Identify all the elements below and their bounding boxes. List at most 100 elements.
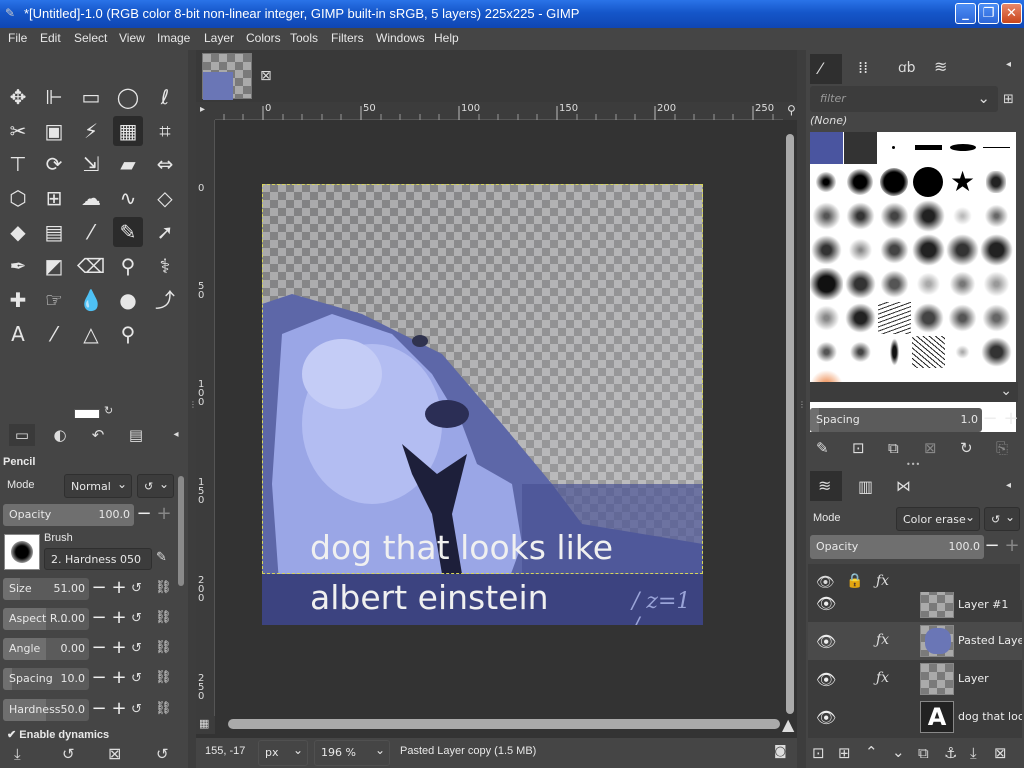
minimize-button[interactable]: _ <box>955 3 976 24</box>
configure-dock-icon[interactable]: ◂ <box>1006 59 1011 70</box>
angle-plus-button[interactable]: + <box>109 638 129 660</box>
paths-tab-icon[interactable]: ⋈ <box>896 477 911 495</box>
menu-view[interactable]: View <box>119 31 145 45</box>
menu-image[interactable]: Image <box>157 31 190 45</box>
brush-cell[interactable] <box>810 268 843 300</box>
brush-cell[interactable] <box>912 302 945 334</box>
refresh-brushes-icon[interactable]: ↻ <box>960 439 973 457</box>
maximize-button[interactable]: ❐ <box>978 3 999 24</box>
brush-cell[interactable] <box>810 336 843 368</box>
handle-transform-icon[interactable]: ∿ <box>113 183 143 213</box>
spacing-plus-button[interactable]: + <box>109 668 129 690</box>
visibility-header-icon[interactable]: 👁 <box>816 573 835 591</box>
document-history-tab-icon[interactable]: ≋ <box>934 57 947 76</box>
brush-cell[interactable] <box>912 336 945 368</box>
fx-icon[interactable]: ƒx <box>876 632 889 648</box>
brush-cell[interactable] <box>912 132 945 164</box>
quick-mask-toggle[interactable]: ▦ <box>196 716 215 734</box>
brush-spacing-slider[interactable]: Spacing 1.0 <box>810 408 982 432</box>
size-minus-button[interactable]: − <box>89 578 109 600</box>
brush-cell[interactable] <box>844 302 877 334</box>
brush-cell[interactable] <box>844 336 877 368</box>
brush-cell[interactable] <box>946 336 979 368</box>
reset-spacing-icon[interactable]: ↺ <box>131 671 142 686</box>
scale-icon[interactable]: ⇲ <box>76 149 106 179</box>
fuzzy-select-icon[interactable]: ⚡ <box>76 116 106 146</box>
navigate-image-icon[interactable]: ▲ <box>782 715 794 734</box>
menu-tools[interactable]: Tools <box>290 31 318 45</box>
spacing-slider[interactable]: Spacing 10.0 <box>3 668 89 690</box>
brush-cell[interactable] <box>844 268 877 300</box>
size-slider[interactable]: Size 51.00 <box>3 578 89 600</box>
brush-cell[interactable] <box>844 132 877 164</box>
link-hardness-icon[interactable]: ⛓ <box>155 701 172 716</box>
restore-options-icon[interactable]: ↺ <box>62 745 75 763</box>
configure-tab-icon[interactable]: ◂ <box>163 424 189 446</box>
reset-size-icon[interactable]: ↺ <box>131 581 142 596</box>
crop-icon[interactable]: ⌗ <box>150 116 180 146</box>
brush-cell[interactable] <box>912 234 945 266</box>
size-plus-button[interactable]: + <box>109 578 129 600</box>
right-dock-handle[interactable]: ⋮ <box>797 50 806 768</box>
menu-filters[interactable]: Filters <box>331 31 364 45</box>
aspect-slider[interactable]: Aspect R... 0.00 <box>3 608 89 630</box>
ink-icon[interactable]: ✒ <box>3 251 33 281</box>
menu-file[interactable]: File <box>8 31 27 45</box>
rotate-icon[interactable]: ⟳ <box>39 149 69 179</box>
brush-cell[interactable] <box>912 166 945 198</box>
hardness-minus-button[interactable]: − <box>89 699 109 721</box>
horizontal-ruler[interactable]: 0 50 100 150 200 250 <box>215 102 783 120</box>
device-status-tab-icon[interactable]: ◐ <box>47 424 73 446</box>
link-aspect-icon[interactable]: ⛓ <box>155 610 172 625</box>
airbrush-icon[interactable]: ➚ <box>150 217 180 247</box>
new-brush-icon[interactable]: ⊡ <box>852 439 865 457</box>
images-tab-icon[interactable]: ▤ <box>123 424 149 446</box>
align-tool-icon[interactable]: ⊩ <box>39 82 69 112</box>
open-brush-icon[interactable]: ⎘ <box>996 439 1008 457</box>
delete-layer-icon[interactable]: ⊠ <box>994 744 1007 762</box>
patterns-tab-icon[interactable]: ⁞⁞ <box>858 58 868 77</box>
brush-cell[interactable] <box>878 336 911 368</box>
brush-cell[interactable] <box>980 200 1013 232</box>
dodge-burn-icon[interactable]: ● <box>113 285 143 315</box>
duplicate-brush-icon[interactable]: ⧉ <box>888 439 899 457</box>
channels-tab-icon[interactable]: ▥ <box>858 477 873 496</box>
lock-icon[interactable]: 🔒 <box>846 573 863 589</box>
new-layer-group-icon[interactable]: ⊞ <box>838 744 851 762</box>
unified-transform-icon[interactable]: ⊤ <box>3 149 33 179</box>
brush-cell[interactable] <box>844 234 877 266</box>
gradient-icon[interactable]: ▤ <box>39 217 69 247</box>
menu-windows[interactable]: Windows <box>376 31 425 45</box>
layer-row[interactable]: 👁 A dog that look <box>808 698 1022 736</box>
brush-cell[interactable]: ★ <box>946 166 979 198</box>
paint-mode-dropdown[interactable]: ↺ ⌄ <box>137 474 174 498</box>
layer-composite-dropdown[interactable]: ↺ ⌄ <box>984 507 1020 531</box>
spacing-minus-button[interactable]: − <box>89 668 109 690</box>
anchor-layer-icon[interactable]: ⚓ <box>944 744 957 762</box>
brush-spacing-minus[interactable]: − <box>980 409 1000 431</box>
close-button[interactable]: ✕ <box>1001 3 1022 24</box>
undo-history-tab-icon[interactable]: ↶ <box>85 424 111 446</box>
image-tab-thumbnail[interactable] <box>202 53 252 100</box>
eye-icon[interactable]: 👁 <box>816 708 836 727</box>
unit-dropdown[interactable]: px ⌄ <box>258 740 308 766</box>
eye-icon[interactable]: 👁 <box>816 670 836 689</box>
rect-select-icon[interactable]: ▭ <box>76 82 106 112</box>
new-layer-icon[interactable]: ⊡ <box>812 744 825 762</box>
brush-cell[interactable] <box>946 268 979 300</box>
bandage-icon[interactable]: ✚ <box>3 285 33 315</box>
delete-options-icon[interactable]: ⊠ <box>108 744 121 763</box>
move-tool-icon[interactable]: ✥ <box>3 82 33 112</box>
configure-layers-icon[interactable]: ◂ <box>1006 480 1011 491</box>
layer-row[interactable]: 👁 ƒx Layer <box>808 660 1022 698</box>
canvas-vertical-scrollbar[interactable] <box>786 134 794 714</box>
zoom-dropdown[interactable]: 196 % ⌄ <box>314 740 390 766</box>
fx-header-icon[interactable]: ƒx <box>876 573 889 589</box>
brush-preview[interactable] <box>4 534 40 570</box>
brush-cell[interactable] <box>946 132 979 164</box>
brush-cell[interactable] <box>810 200 843 232</box>
foreground-select-icon[interactable]: ▣ <box>39 116 69 146</box>
brush-filter-input[interactable]: filter ⌄ <box>810 86 998 112</box>
lower-layer-icon[interactable]: ⌄ <box>892 743 905 761</box>
left-dock-handle[interactable]: ⋮ <box>188 50 197 768</box>
